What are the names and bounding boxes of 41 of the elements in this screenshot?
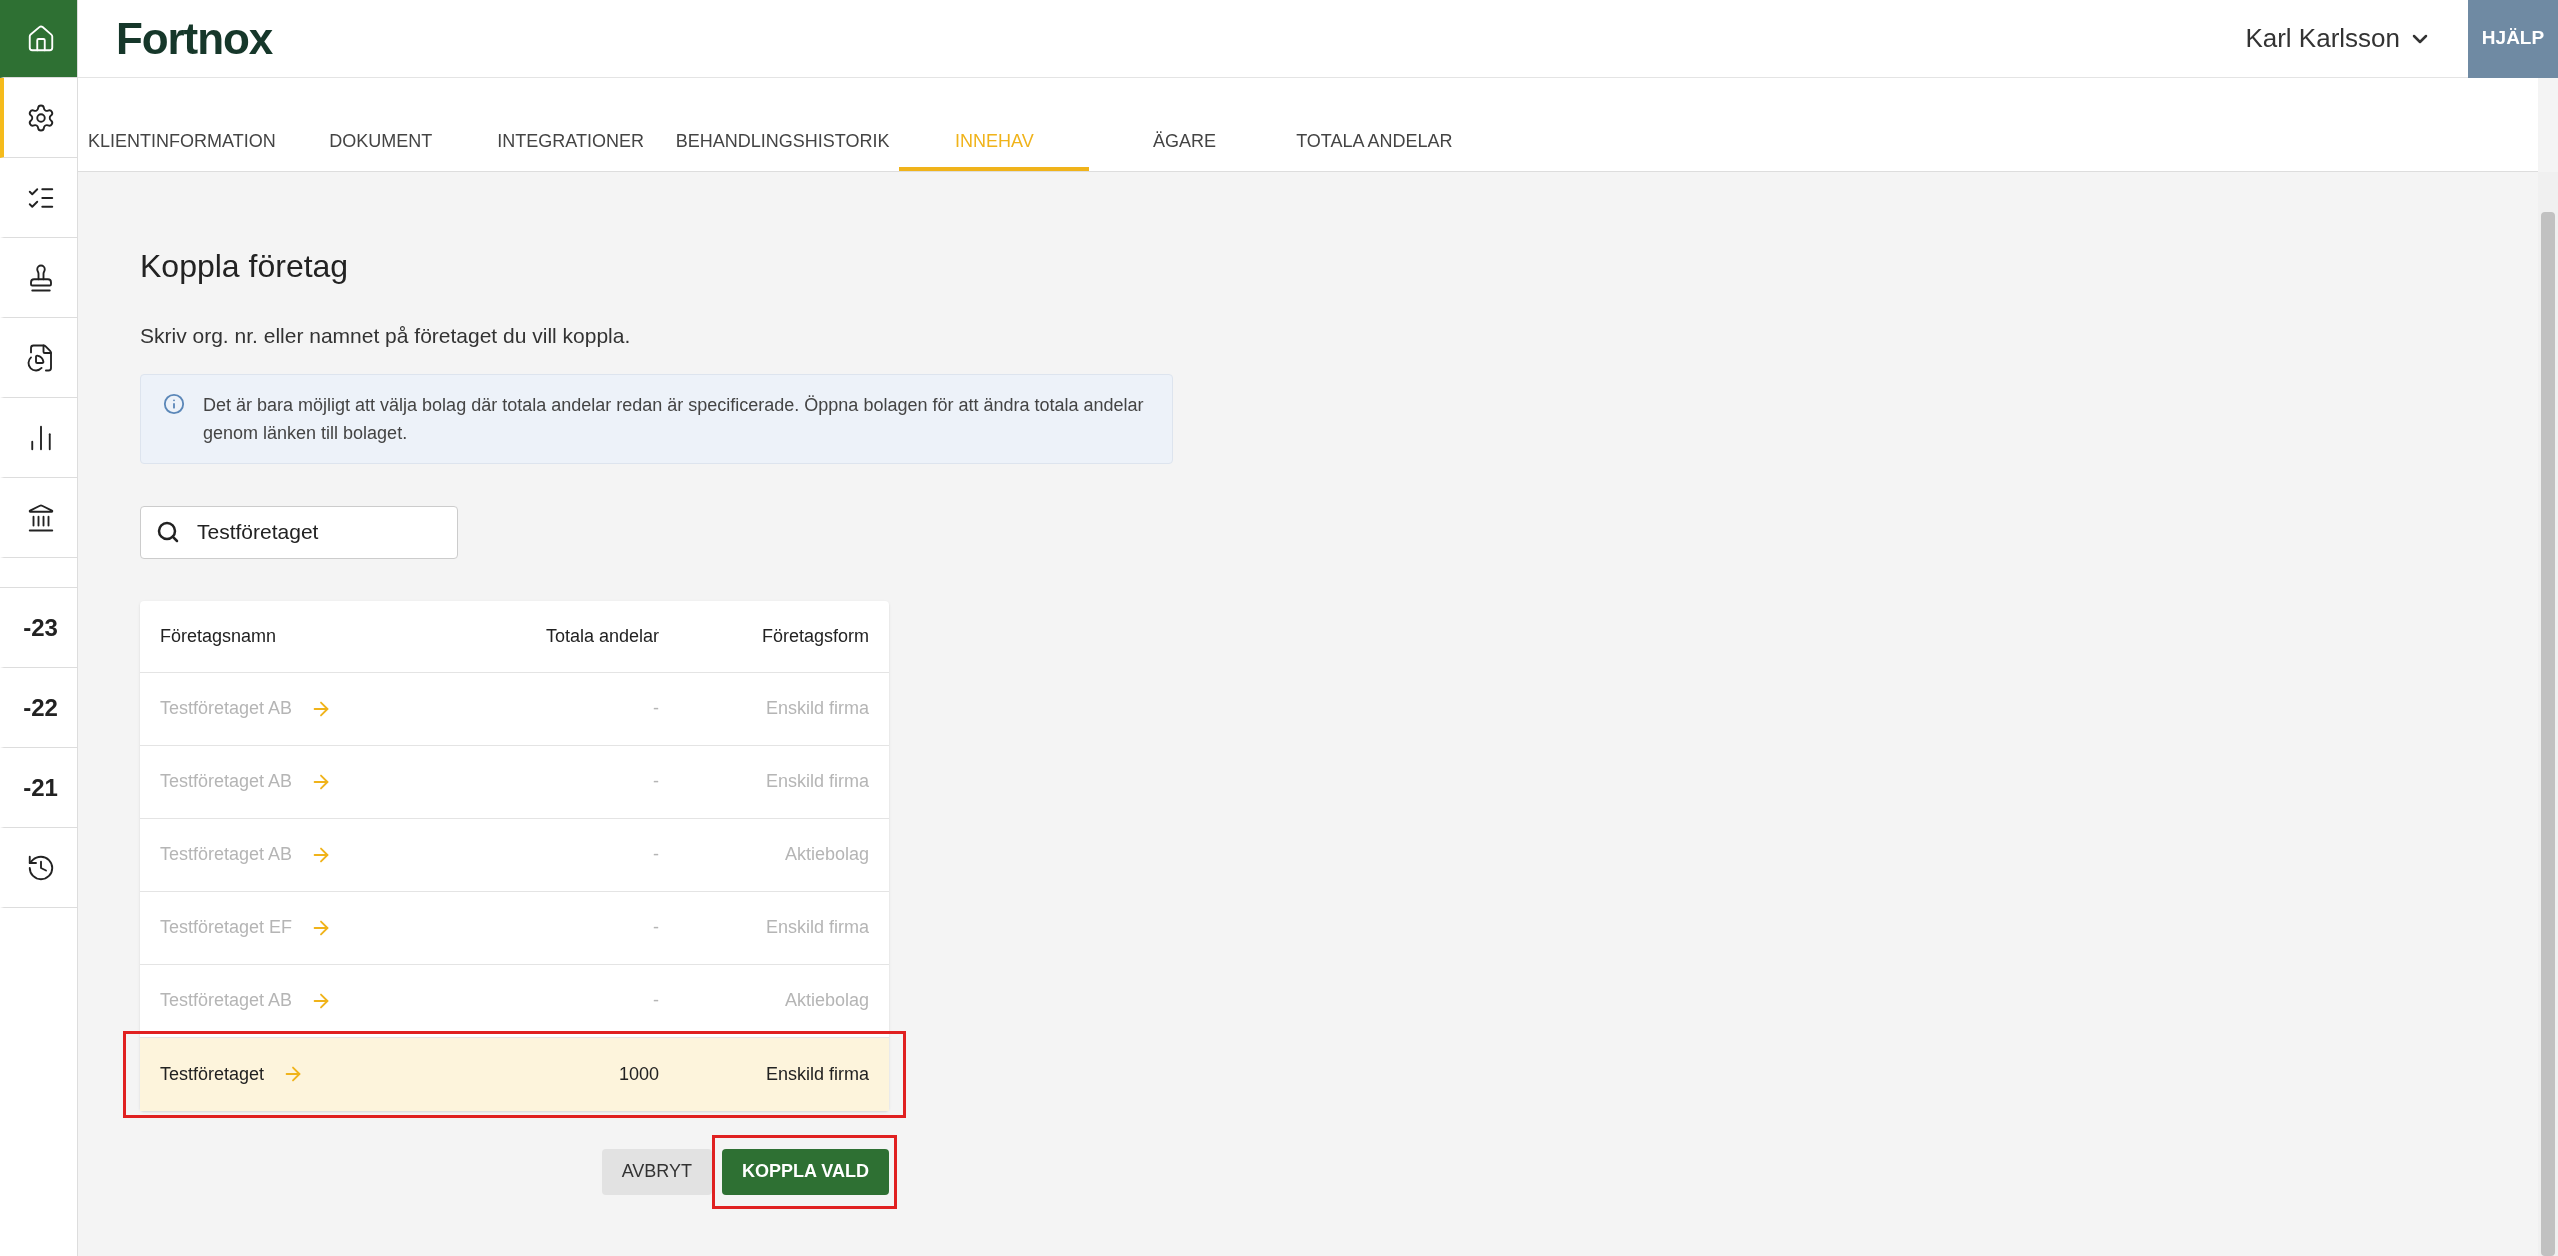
company-form-cell-text: Enskild firma	[764, 1062, 869, 1086]
column-header: Företagsnamn	[160, 624, 278, 648]
tab[interactable]: BEHANDLINGSHISTORIK	[665, 115, 900, 171]
column-header: Företagsform	[760, 624, 869, 648]
shares-cell-text: 1000	[617, 1062, 659, 1086]
company-form-cell-text: Aktiebolag	[783, 989, 869, 1012]
company-name: Testföretaget	[160, 1062, 265, 1086]
column-header: Totala andelar	[544, 624, 659, 648]
description: Skriv org. nr. eller namnet på företaget du vill koppla.	[140, 323, 631, 349]
scrollbar-thumb[interactable]	[2541, 212, 2555, 1256]
company-form-cell-text: Enskild firma	[764, 770, 869, 793]
shares-cell-text: -	[652, 843, 659, 866]
company-form-cell-text: Aktiebolag	[783, 843, 869, 866]
company-name: Testföretaget AB	[160, 697, 293, 720]
shares-cell-text: -	[652, 989, 659, 1012]
company-form-cell-text: Enskild firma	[764, 697, 869, 720]
info-icon	[163, 392, 185, 415]
company-name: Testföretaget EF	[160, 916, 293, 939]
tab[interactable]: INTEGRATIONER	[475, 115, 666, 171]
shares-cell-text: -	[652, 697, 659, 720]
connect-button[interactable]: KOPPLA VALD	[722, 1148, 889, 1195]
help-button[interactable]: HJÄLP	[2468, 0, 2558, 78]
search-field[interactable]: Testföretaget	[140, 505, 458, 559]
company-name: Testföretaget AB	[160, 843, 293, 866]
table-row[interactable]: Testföretaget 1000 Enskild firma	[140, 1037, 889, 1111]
company-name: Testföretaget AB	[160, 770, 293, 793]
page-title: Koppla företag	[140, 247, 349, 286]
logo: Fortnox	[116, 12, 273, 65]
sidebar-item[interactable]	[0, 78, 77, 158]
cancel-button[interactable]: AVBRYT	[601, 1148, 712, 1195]
search-icon	[156, 519, 180, 544]
tab[interactable]: KLIENTINFORMATION	[78, 115, 286, 171]
shares-cell-text: -	[652, 916, 659, 939]
tab[interactable]: DOKUMENT	[285, 115, 476, 171]
company-name: Testföretaget AB	[160, 989, 293, 1012]
tab[interactable]: TOTALA ANDELAR	[1279, 115, 1470, 171]
tab[interactable]: ÄGARE	[1089, 115, 1280, 171]
user-menu[interactable]: Karl Karlsson	[2245, 19, 2432, 58]
company-form-cell-text: Enskild firma	[764, 916, 869, 939]
info-text: Det är bara möjligt att välja bolag där totala andelar redan är specificerade. Öppna bolagen för att ändra totala andelar genom länken till bolaget.	[203, 393, 1145, 445]
shares-cell-text: -	[652, 770, 659, 793]
